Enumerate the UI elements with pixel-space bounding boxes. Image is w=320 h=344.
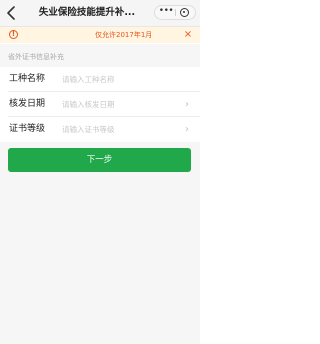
mini-program-close-icon[interactable] <box>180 8 189 17</box>
back-icon[interactable] <box>4 4 20 22</box>
form-row-certificate-level[interactable]: 证书等级 › <box>0 117 200 142</box>
section-label: 省外证书信息补充 <box>8 53 64 61</box>
form-row-job-name: 工种名称 <box>0 67 200 92</box>
mini-program-capsule: ••• <box>154 5 196 20</box>
alert-circle-icon: ! <box>9 30 18 39</box>
form-row-issue-date[interactable]: 核发日期 › <box>0 92 200 117</box>
notice-text: 仅允许2017年1月 <box>95 31 153 39</box>
job-name-label: 工种名称 <box>9 74 46 84</box>
page-title: 失业保险技能提升补... <box>38 7 136 18</box>
chevron-right-icon: › <box>185 124 189 135</box>
next-step-button[interactable]: 下一步 <box>8 148 191 172</box>
issue-date-input[interactable] <box>62 97 180 111</box>
chevron-right-icon: › <box>185 99 189 110</box>
navigation-bar: 失业保险技能提升补... ••• <box>0 0 200 27</box>
capsule-divider <box>175 9 176 16</box>
close-icon[interactable]: × <box>182 28 194 42</box>
section-header: 省外证书信息补充 <box>0 44 200 67</box>
certificate-level-label: 证书等级 <box>9 124 46 134</box>
chevron-left-icon <box>7 6 15 20</box>
job-name-input[interactable] <box>62 72 180 86</box>
certificate-level-input[interactable] <box>62 122 180 136</box>
issue-date-label: 核发日期 <box>9 99 46 109</box>
page-background <box>0 142 200 344</box>
notice-bar: ! 仅允许2017年1月 × <box>0 27 200 43</box>
more-dots-icon[interactable]: ••• <box>157 6 175 19</box>
